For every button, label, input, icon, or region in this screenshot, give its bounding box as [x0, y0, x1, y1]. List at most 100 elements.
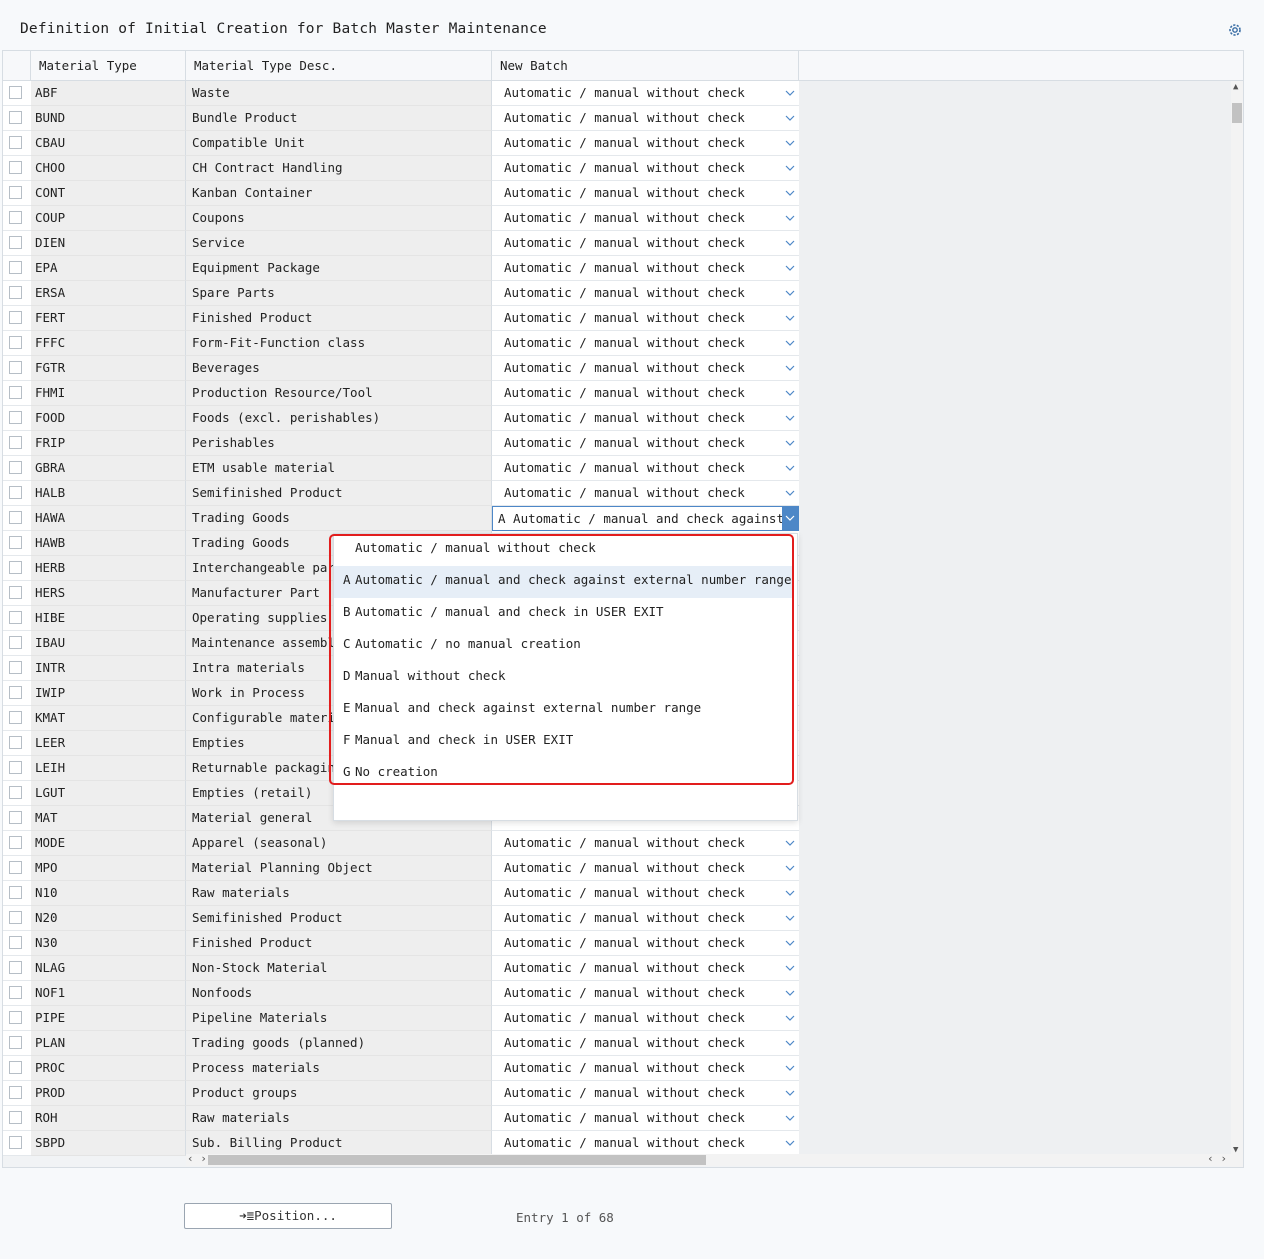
row-selector[interactable]	[3, 506, 31, 531]
col-new-batch[interactable]: New Batch	[492, 51, 799, 80]
vertical-scroll-thumb[interactable]	[1232, 103, 1242, 123]
table-row[interactable]: FGTR Beverages Automatic / manual without …	[3, 356, 1243, 381]
new-batch-select[interactable]: Automatic / manual without check	[492, 456, 799, 481]
row-selector[interactable]	[3, 181, 31, 206]
position-button[interactable]: ➜≣Position...	[184, 1203, 392, 1229]
chevron-down-icon[interactable]	[785, 163, 795, 173]
table-row[interactable]: PIPE Pipeline Materials Automatic / manual…	[3, 1006, 1243, 1031]
dropdown-option-b[interactable]: B Automatic / manual and check in USER EX…	[334, 598, 794, 630]
col-material-type-desc[interactable]: Material Type Desc.	[186, 51, 492, 80]
row-checkbox[interactable]	[9, 911, 22, 924]
new-batch-select[interactable]: Automatic / manual without check	[492, 156, 799, 181]
scroll-down-icon[interactable]: ▼	[1233, 1145, 1238, 1155]
row-checkbox[interactable]	[9, 186, 22, 199]
new-batch-select[interactable]: Automatic / manual without check	[492, 1081, 799, 1106]
row-checkbox[interactable]	[9, 936, 22, 949]
dropdown-option-blank[interactable]: Automatic / manual without check	[334, 534, 794, 566]
row-checkbox[interactable]	[9, 636, 22, 649]
row-checkbox[interactable]	[9, 486, 22, 499]
row-selector[interactable]	[3, 1006, 31, 1031]
table-row[interactable]: N30 Finished Product Automatic / manual wi…	[3, 931, 1243, 956]
chevron-down-icon[interactable]	[785, 913, 795, 923]
row-checkbox[interactable]	[9, 611, 22, 624]
new-batch-select[interactable]: Automatic / manual without check	[492, 881, 799, 906]
scroll-right-icon[interactable]: ‹ ›	[1207, 1152, 1227, 1165]
dropdown-option-g[interactable]: G No creation	[334, 758, 794, 790]
row-checkbox[interactable]	[9, 511, 22, 524]
new-batch-select[interactable]: Automatic / manual without check	[492, 81, 799, 106]
new-batch-select[interactable]: Automatic / manual without check	[492, 1056, 799, 1081]
table-row[interactable]: CBAU Compatible Unit Automatic / manual wi…	[3, 131, 1243, 156]
chevron-down-icon[interactable]	[785, 363, 795, 373]
chevron-down-icon[interactable]	[785, 413, 795, 423]
row-checkbox[interactable]	[9, 336, 22, 349]
row-selector[interactable]	[3, 631, 31, 656]
row-checkbox[interactable]	[9, 361, 22, 374]
row-checkbox[interactable]	[9, 661, 22, 674]
table-row[interactable]: PLAN Trading goods (planned) Automatic / m…	[3, 1031, 1243, 1056]
row-selector[interactable]	[3, 756, 31, 781]
chevron-down-icon[interactable]	[785, 1113, 795, 1123]
row-selector[interactable]	[3, 956, 31, 981]
row-selector[interactable]	[3, 731, 31, 756]
chevron-down-icon[interactable]	[785, 988, 795, 998]
row-checkbox[interactable]	[9, 461, 22, 474]
chevron-down-icon[interactable]	[785, 338, 795, 348]
new-batch-select[interactable]: Automatic / manual without check	[492, 181, 799, 206]
table-row[interactable]: NLAG Non-Stock Material Automatic / manual…	[3, 956, 1243, 981]
table-row[interactable]: FOOD Foods (excl. perishables) Automatic /…	[3, 406, 1243, 431]
horizontal-scroll-thumb[interactable]	[208, 1155, 706, 1165]
new-batch-select[interactable]: Automatic / manual without check	[492, 281, 799, 306]
row-selector[interactable]	[3, 106, 31, 131]
table-row[interactable]: PROD Product groups Automatic / manual wit…	[3, 1081, 1243, 1106]
chevron-down-icon[interactable]	[785, 1063, 795, 1073]
chevron-down-icon[interactable]	[785, 888, 795, 898]
row-selector[interactable]	[3, 381, 31, 406]
table-row[interactable]: FRIP Perishables Automatic / manual withou…	[3, 431, 1243, 456]
chevron-down-icon[interactable]	[785, 88, 795, 98]
horizontal-scrollbar[interactable]: ‹ › ‹ ›	[186, 1152, 1231, 1166]
chevron-down-icon[interactable]	[785, 863, 795, 873]
row-checkbox[interactable]	[9, 761, 22, 774]
row-selector[interactable]	[3, 206, 31, 231]
new-batch-select[interactable]: Automatic / manual without check	[492, 1006, 799, 1031]
row-selector[interactable]	[3, 131, 31, 156]
new-batch-select[interactable]: Automatic / manual without check	[492, 406, 799, 431]
chevron-down-icon[interactable]	[782, 507, 798, 530]
row-checkbox[interactable]	[9, 236, 22, 249]
new-batch-select[interactable]: Automatic / manual without check	[492, 306, 799, 331]
chevron-down-icon[interactable]	[785, 488, 795, 498]
row-checkbox[interactable]	[9, 1011, 22, 1024]
row-checkbox[interactable]	[9, 811, 22, 824]
row-selector[interactable]	[3, 656, 31, 681]
chevron-down-icon[interactable]	[785, 938, 795, 948]
row-selector[interactable]	[3, 431, 31, 456]
table-row[interactable]: MODE Apparel (seasonal) Automatic / manual…	[3, 831, 1243, 856]
row-checkbox[interactable]	[9, 1111, 22, 1124]
row-selector[interactable]	[3, 556, 31, 581]
row-selector[interactable]	[3, 1056, 31, 1081]
row-checkbox[interactable]	[9, 1036, 22, 1049]
row-checkbox[interactable]	[9, 111, 22, 124]
new-batch-select[interactable]: Automatic / manual without check	[492, 956, 799, 981]
row-selector[interactable]	[3, 531, 31, 556]
row-selector[interactable]	[3, 881, 31, 906]
row-checkbox[interactable]	[9, 561, 22, 574]
table-row[interactable]: N20 Semifinished Product Automatic / manua…	[3, 906, 1243, 931]
new-batch-select[interactable]: A Automatic / manual and check against e…	[492, 506, 799, 531]
row-selector[interactable]	[3, 856, 31, 881]
row-selector[interactable]	[3, 606, 31, 631]
dropdown-option-f[interactable]: F Manual and check in USER EXIT	[334, 726, 794, 758]
row-checkbox[interactable]	[9, 161, 22, 174]
new-batch-select[interactable]: Automatic / manual without check	[492, 206, 799, 231]
chevron-down-icon[interactable]	[785, 1088, 795, 1098]
table-row[interactable]: ROH Raw materials Automatic / manual witho…	[3, 1106, 1243, 1131]
chevron-down-icon[interactable]	[785, 463, 795, 473]
table-row[interactable]: PROC Process materials Automatic / manual …	[3, 1056, 1243, 1081]
row-selector[interactable]	[3, 906, 31, 931]
table-row[interactable]: BUND Bundle Product Automatic / manual wit…	[3, 106, 1243, 131]
table-row[interactable]: NOF1 Nonfoods Automatic / manual without c…	[3, 981, 1243, 1006]
chevron-down-icon[interactable]	[785, 238, 795, 248]
row-selector[interactable]	[3, 931, 31, 956]
new-batch-select[interactable]: Automatic / manual without check	[492, 931, 799, 956]
